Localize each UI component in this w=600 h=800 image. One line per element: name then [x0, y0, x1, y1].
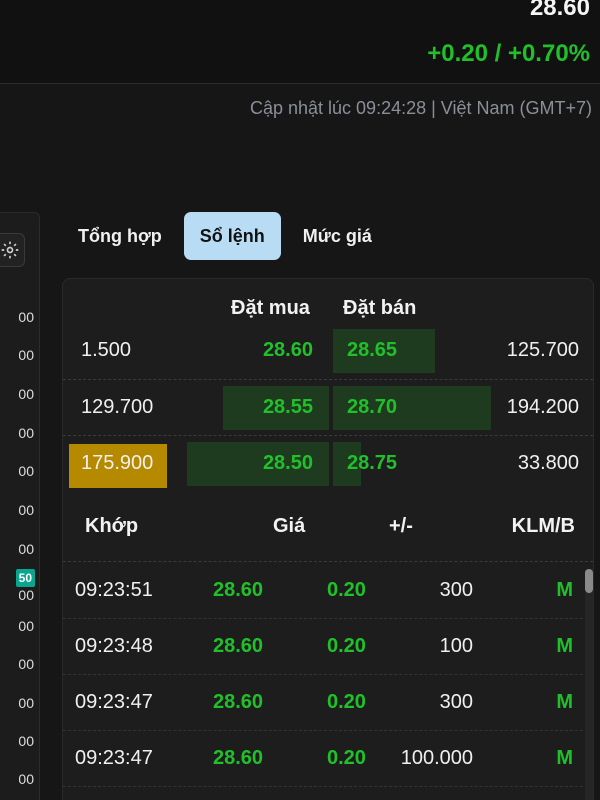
axis-tick: 00	[18, 347, 34, 363]
order-book-card: Đặt mua Đặt bán 1.500 28.60 28.65 125.70…	[62, 278, 594, 800]
axis-tick: 00	[18, 502, 34, 518]
trade-price: 28.60	[213, 635, 264, 657]
tab-order-book[interactable]: Sổ lệnh	[183, 212, 281, 260]
axis-tick: 00	[18, 587, 34, 603]
trades-scrollbar[interactable]	[585, 569, 593, 800]
trades-change-header: +/-	[389, 515, 413, 537]
ask-price: 28.75	[347, 452, 398, 474]
axis-tick: 00	[18, 463, 34, 479]
ask-header: Đặt bán	[343, 297, 417, 319]
ask-volume: 194.200	[506, 396, 579, 418]
trade-row[interactable]: 09:23:47 28.60 0.20 300 M	[63, 675, 593, 731]
chart-panel[interactable]: 00 00 00 00 00 00 00 50 00 00 00 00 00 0…	[0, 212, 40, 800]
trade-volume: 300	[439, 691, 473, 713]
axis-tick: 00	[18, 425, 34, 441]
panel-tabs: Tổng hợp Sổ lệnh Mức giá	[62, 212, 388, 260]
trade-side: M	[556, 635, 573, 657]
gear-icon	[1, 241, 19, 259]
order-book-row[interactable]: 175.900 28.50 28.75 33.800	[63, 435, 593, 491]
current-price-badge: 50	[15, 569, 35, 587]
trade-change: 0.20	[327, 747, 366, 769]
axis-tick: 00	[18, 309, 34, 325]
ask-price: 28.70	[347, 396, 398, 418]
axis-tick: 00	[18, 618, 34, 634]
trade-row[interactable]: 09:23:48 28.60 0.20 100 M	[63, 619, 593, 675]
bid-price: 28.60	[262, 339, 313, 361]
trade-change: 0.20	[327, 635, 366, 657]
trades-time-header: Khớp	[85, 515, 139, 537]
bid-volume: 175.900	[81, 452, 154, 474]
bid-price: 28.50	[262, 452, 313, 474]
bid-volume: 129.700	[81, 396, 154, 418]
price-change: +0.20 / +0.70%	[427, 40, 590, 67]
updated-timestamp: Cập nhật lúc 09:24:28 | Việt Nam (GMT+7)	[249, 98, 592, 118]
axis-tick: 00	[18, 771, 34, 787]
trade-change: 0.20	[327, 691, 366, 713]
order-book-row[interactable]: 1.500 28.60 28.65 125.700	[63, 323, 593, 379]
scrollbar-thumb[interactable]	[585, 569, 593, 593]
quote-header: 28.60 +0.20 / +0.70%	[0, 0, 600, 84]
trade-side: M	[556, 579, 573, 601]
bid-header: Đặt mua	[231, 297, 310, 319]
chart-settings-button[interactable]	[0, 233, 25, 267]
axis-tick: 00	[18, 695, 34, 711]
tab-price-levels[interactable]: Mức giá	[287, 212, 388, 260]
trade-volume: 100	[439, 635, 473, 657]
divider	[63, 561, 593, 562]
trades-price-header: Giá	[273, 515, 306, 537]
bid-volume: 1.500	[81, 339, 132, 361]
trade-price: 28.60	[213, 579, 264, 601]
order-book-row[interactable]: 129.700 28.55 28.70 194.200	[63, 379, 593, 435]
last-price: 28.60	[529, 0, 590, 21]
axis-tick: 00	[18, 733, 34, 749]
tab-summary[interactable]: Tổng hợp	[62, 212, 178, 260]
trade-time: 09:23:48	[75, 635, 153, 657]
trade-time: 09:23:47	[75, 747, 153, 769]
ask-price: 28.65	[347, 339, 398, 361]
ask-volume: 33.800	[517, 452, 579, 474]
trades-volume-header: KLM/B	[511, 515, 575, 537]
axis-tick: 00	[18, 386, 34, 402]
trade-row[interactable]: 09:23:47 28.60 0.20 100.000 M	[63, 731, 593, 787]
axis-tick: 00	[18, 541, 34, 557]
trade-change: 0.20	[327, 579, 366, 601]
trade-row[interactable]: 09:23:51 28.60 0.20 300 M	[63, 563, 593, 619]
trade-time: 09:23:47	[75, 691, 153, 713]
trade-volume: 300	[439, 579, 473, 601]
trade-price: 28.60	[213, 747, 264, 769]
bid-price: 28.55	[262, 396, 313, 418]
trade-side: M	[556, 747, 573, 769]
trade-volume: 100.000	[400, 747, 473, 769]
ask-volume: 125.700	[506, 339, 579, 361]
axis-tick: 00	[18, 656, 34, 672]
trade-time: 09:23:51	[75, 579, 153, 601]
trade-price: 28.60	[213, 691, 264, 713]
trade-side: M	[556, 691, 573, 713]
